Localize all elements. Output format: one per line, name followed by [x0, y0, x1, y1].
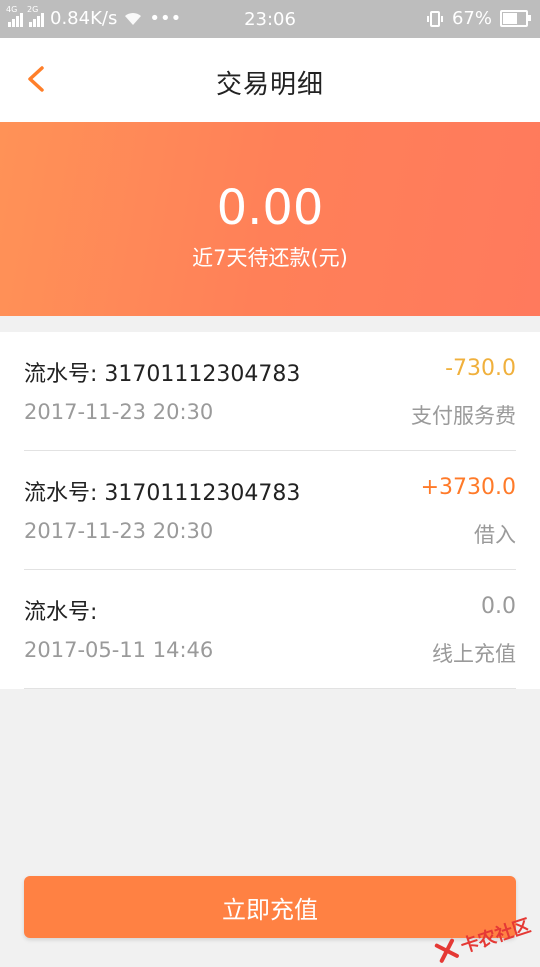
transaction-type: 借入: [474, 523, 516, 547]
nav-header: 交易明细: [0, 38, 540, 122]
transaction-date: 2017-05-11 14:46: [24, 638, 214, 662]
row-divider: [24, 688, 516, 689]
page-title: 交易明细: [215, 70, 324, 100]
transaction-amount: 0.0: [481, 594, 516, 619]
pending-amount: 0.00: [216, 180, 324, 236]
pending-amount-label: 近7天待还款(元): [192, 246, 348, 270]
transaction-type: 支付服务费: [411, 404, 516, 428]
battery-percent: 67%: [451, 8, 492, 29]
transaction-date: 2017-11-23 20:30: [24, 400, 214, 424]
transaction-amount: +3730.0: [420, 475, 516, 500]
transaction-date: 2017-11-23 20:30: [24, 519, 214, 543]
transaction-serial: 流水号:: [24, 600, 98, 625]
status-right: 67%: [426, 8, 531, 29]
transaction-serial: 流水号: 31701112304783: [24, 481, 301, 506]
transaction-amount: -730.0: [445, 356, 516, 381]
recharge-button[interactable]: 立即充值: [24, 876, 516, 938]
status-bar: 4G 2G 0.84K/s ••• 23:06 67%: [0, 0, 540, 38]
transaction-serial: 流水号: 31701112304783: [24, 362, 301, 387]
transaction-list: 流水号: 31701112304783 -730.0 2017-11-23 20…: [0, 332, 540, 689]
transaction-type: 线上充值: [432, 642, 516, 666]
transaction-row[interactable]: 流水号: 31701112304783 -730.0 2017-11-23 20…: [0, 332, 540, 451]
vibrate-icon: [426, 10, 443, 27]
transaction-row[interactable]: 流水号: 31701112304783 +3730.0 2017-11-23 2…: [0, 451, 540, 570]
transaction-row[interactable]: 流水号: 0.0 2017-05-11 14:46 线上充值: [0, 570, 540, 689]
watermark-logo-icon: [434, 938, 459, 963]
battery-icon: [500, 10, 531, 27]
repayment-banner: 0.00 近7天待还款(元): [0, 122, 540, 316]
